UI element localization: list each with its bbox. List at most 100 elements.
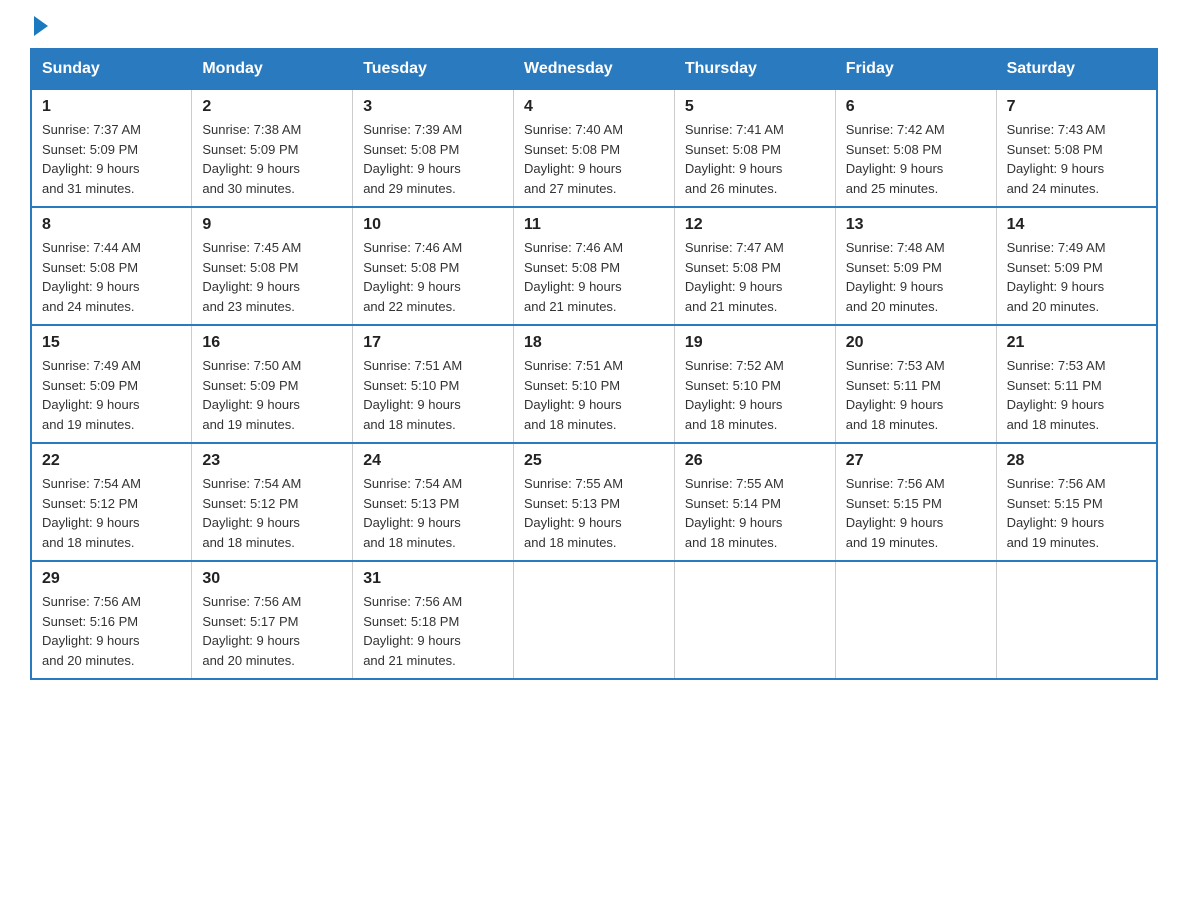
header-wednesday: Wednesday [514, 49, 675, 89]
day-number: 21 [1007, 334, 1146, 352]
day-number: 20 [846, 334, 986, 352]
calendar-cell: 1 Sunrise: 7:37 AMSunset: 5:09 PMDayligh… [31, 89, 192, 207]
calendar-cell: 16 Sunrise: 7:50 AMSunset: 5:09 PMDaylig… [192, 325, 353, 443]
calendar-cell: 22 Sunrise: 7:54 AMSunset: 5:12 PMDaylig… [31, 443, 192, 561]
week-row-3: 15 Sunrise: 7:49 AMSunset: 5:09 PMDaylig… [31, 325, 1157, 443]
week-row-4: 22 Sunrise: 7:54 AMSunset: 5:12 PMDaylig… [31, 443, 1157, 561]
day-info: Sunrise: 7:54 AMSunset: 5:12 PMDaylight:… [42, 476, 141, 550]
logo-triangle-icon [34, 16, 48, 36]
day-info: Sunrise: 7:49 AMSunset: 5:09 PMDaylight:… [1007, 240, 1106, 314]
day-number: 12 [685, 216, 825, 234]
calendar-header-row: SundayMondayTuesdayWednesdayThursdayFrid… [31, 49, 1157, 89]
calendar-cell: 30 Sunrise: 7:56 AMSunset: 5:17 PMDaylig… [192, 561, 353, 679]
calendar-cell: 4 Sunrise: 7:40 AMSunset: 5:08 PMDayligh… [514, 89, 675, 207]
calendar-cell: 10 Sunrise: 7:46 AMSunset: 5:08 PMDaylig… [353, 207, 514, 325]
day-info: Sunrise: 7:49 AMSunset: 5:09 PMDaylight:… [42, 358, 141, 432]
day-number: 11 [524, 216, 664, 234]
calendar-cell [674, 561, 835, 679]
day-number: 8 [42, 216, 181, 234]
day-number: 5 [685, 98, 825, 116]
header-sunday: Sunday [31, 49, 192, 89]
calendar-cell: 15 Sunrise: 7:49 AMSunset: 5:09 PMDaylig… [31, 325, 192, 443]
day-number: 7 [1007, 98, 1146, 116]
day-info: Sunrise: 7:53 AMSunset: 5:11 PMDaylight:… [1007, 358, 1106, 432]
header-saturday: Saturday [996, 49, 1157, 89]
day-info: Sunrise: 7:51 AMSunset: 5:10 PMDaylight:… [363, 358, 462, 432]
page-header [30, 20, 1158, 28]
day-number: 17 [363, 334, 503, 352]
day-info: Sunrise: 7:56 AMSunset: 5:18 PMDaylight:… [363, 594, 462, 668]
day-info: Sunrise: 7:46 AMSunset: 5:08 PMDaylight:… [363, 240, 462, 314]
day-info: Sunrise: 7:55 AMSunset: 5:14 PMDaylight:… [685, 476, 784, 550]
day-info: Sunrise: 7:56 AMSunset: 5:15 PMDaylight:… [846, 476, 945, 550]
day-info: Sunrise: 7:54 AMSunset: 5:12 PMDaylight:… [202, 476, 301, 550]
calendar-cell: 20 Sunrise: 7:53 AMSunset: 5:11 PMDaylig… [835, 325, 996, 443]
calendar-cell: 2 Sunrise: 7:38 AMSunset: 5:09 PMDayligh… [192, 89, 353, 207]
calendar-cell [835, 561, 996, 679]
calendar-cell: 25 Sunrise: 7:55 AMSunset: 5:13 PMDaylig… [514, 443, 675, 561]
calendar-cell: 14 Sunrise: 7:49 AMSunset: 5:09 PMDaylig… [996, 207, 1157, 325]
calendar-cell: 27 Sunrise: 7:56 AMSunset: 5:15 PMDaylig… [835, 443, 996, 561]
header-thursday: Thursday [674, 49, 835, 89]
day-number: 24 [363, 452, 503, 470]
day-number: 25 [524, 452, 664, 470]
day-info: Sunrise: 7:45 AMSunset: 5:08 PMDaylight:… [202, 240, 301, 314]
calendar-cell: 8 Sunrise: 7:44 AMSunset: 5:08 PMDayligh… [31, 207, 192, 325]
day-number: 14 [1007, 216, 1146, 234]
day-info: Sunrise: 7:56 AMSunset: 5:15 PMDaylight:… [1007, 476, 1106, 550]
calendar-cell: 7 Sunrise: 7:43 AMSunset: 5:08 PMDayligh… [996, 89, 1157, 207]
logo [30, 20, 48, 28]
day-number: 28 [1007, 452, 1146, 470]
day-number: 2 [202, 98, 342, 116]
day-info: Sunrise: 7:56 AMSunset: 5:16 PMDaylight:… [42, 594, 141, 668]
header-tuesday: Tuesday [353, 49, 514, 89]
day-info: Sunrise: 7:56 AMSunset: 5:17 PMDaylight:… [202, 594, 301, 668]
week-row-5: 29 Sunrise: 7:56 AMSunset: 5:16 PMDaylig… [31, 561, 1157, 679]
day-info: Sunrise: 7:42 AMSunset: 5:08 PMDaylight:… [846, 122, 945, 196]
calendar-cell: 23 Sunrise: 7:54 AMSunset: 5:12 PMDaylig… [192, 443, 353, 561]
calendar-cell: 5 Sunrise: 7:41 AMSunset: 5:08 PMDayligh… [674, 89, 835, 207]
day-number: 15 [42, 334, 181, 352]
day-info: Sunrise: 7:38 AMSunset: 5:09 PMDaylight:… [202, 122, 301, 196]
week-row-1: 1 Sunrise: 7:37 AMSunset: 5:09 PMDayligh… [31, 89, 1157, 207]
day-info: Sunrise: 7:39 AMSunset: 5:08 PMDaylight:… [363, 122, 462, 196]
day-info: Sunrise: 7:54 AMSunset: 5:13 PMDaylight:… [363, 476, 462, 550]
day-info: Sunrise: 7:55 AMSunset: 5:13 PMDaylight:… [524, 476, 623, 550]
day-number: 16 [202, 334, 342, 352]
day-number: 9 [202, 216, 342, 234]
day-info: Sunrise: 7:37 AMSunset: 5:09 PMDaylight:… [42, 122, 141, 196]
calendar-cell: 19 Sunrise: 7:52 AMSunset: 5:10 PMDaylig… [674, 325, 835, 443]
day-number: 1 [42, 98, 181, 116]
day-number: 13 [846, 216, 986, 234]
calendar-cell: 28 Sunrise: 7:56 AMSunset: 5:15 PMDaylig… [996, 443, 1157, 561]
calendar-cell: 29 Sunrise: 7:56 AMSunset: 5:16 PMDaylig… [31, 561, 192, 679]
day-number: 3 [363, 98, 503, 116]
calendar-cell: 11 Sunrise: 7:46 AMSunset: 5:08 PMDaylig… [514, 207, 675, 325]
day-number: 26 [685, 452, 825, 470]
calendar-cell: 3 Sunrise: 7:39 AMSunset: 5:08 PMDayligh… [353, 89, 514, 207]
day-number: 22 [42, 452, 181, 470]
day-number: 4 [524, 98, 664, 116]
day-info: Sunrise: 7:53 AMSunset: 5:11 PMDaylight:… [846, 358, 945, 432]
day-info: Sunrise: 7:41 AMSunset: 5:08 PMDaylight:… [685, 122, 784, 196]
day-number: 29 [42, 570, 181, 588]
day-info: Sunrise: 7:46 AMSunset: 5:08 PMDaylight:… [524, 240, 623, 314]
day-info: Sunrise: 7:48 AMSunset: 5:09 PMDaylight:… [846, 240, 945, 314]
calendar-cell: 26 Sunrise: 7:55 AMSunset: 5:14 PMDaylig… [674, 443, 835, 561]
calendar-table: SundayMondayTuesdayWednesdayThursdayFrid… [30, 48, 1158, 680]
calendar-cell: 12 Sunrise: 7:47 AMSunset: 5:08 PMDaylig… [674, 207, 835, 325]
calendar-cell: 17 Sunrise: 7:51 AMSunset: 5:10 PMDaylig… [353, 325, 514, 443]
day-info: Sunrise: 7:51 AMSunset: 5:10 PMDaylight:… [524, 358, 623, 432]
day-number: 19 [685, 334, 825, 352]
calendar-cell: 31 Sunrise: 7:56 AMSunset: 5:18 PMDaylig… [353, 561, 514, 679]
day-info: Sunrise: 7:52 AMSunset: 5:10 PMDaylight:… [685, 358, 784, 432]
calendar-cell: 13 Sunrise: 7:48 AMSunset: 5:09 PMDaylig… [835, 207, 996, 325]
day-info: Sunrise: 7:43 AMSunset: 5:08 PMDaylight:… [1007, 122, 1106, 196]
calendar-cell [514, 561, 675, 679]
day-info: Sunrise: 7:47 AMSunset: 5:08 PMDaylight:… [685, 240, 784, 314]
day-number: 23 [202, 452, 342, 470]
day-number: 10 [363, 216, 503, 234]
header-monday: Monday [192, 49, 353, 89]
calendar-cell: 6 Sunrise: 7:42 AMSunset: 5:08 PMDayligh… [835, 89, 996, 207]
calendar-cell: 24 Sunrise: 7:54 AMSunset: 5:13 PMDaylig… [353, 443, 514, 561]
